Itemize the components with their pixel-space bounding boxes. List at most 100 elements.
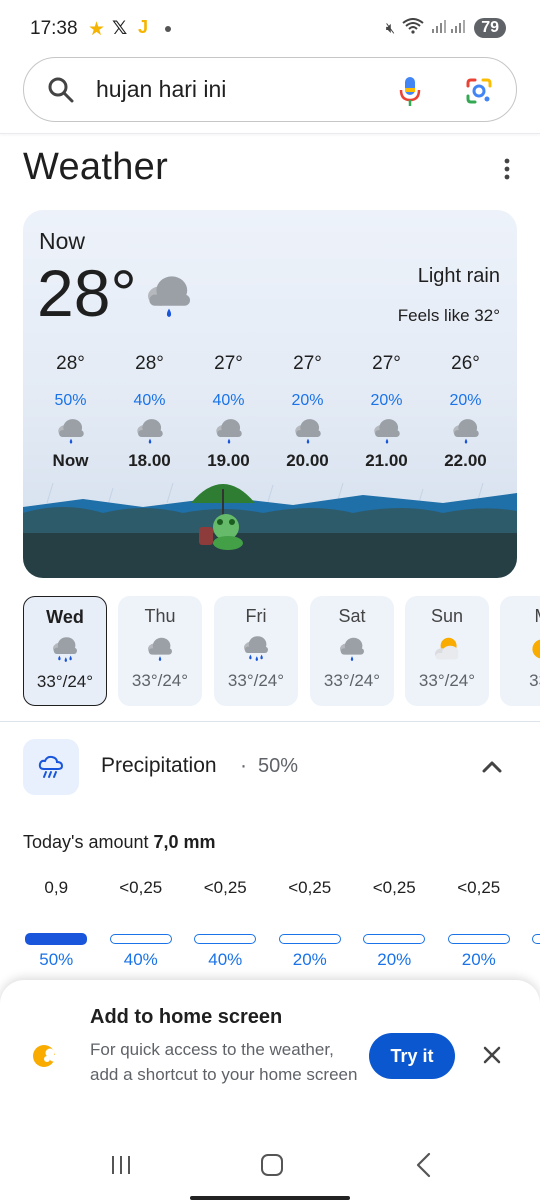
precip-column: <0,25 20% — [268, 878, 353, 978]
heavy-rain-icon — [240, 633, 272, 665]
hour-temperature: 26° — [451, 353, 480, 374]
hour-temperature: 27° — [372, 353, 401, 374]
search-input[interactable]: hujan hari ini — [96, 76, 226, 103]
sheet-title: Add to home screen — [90, 1006, 283, 1028]
close-icon[interactable] — [482, 1045, 502, 1065]
search-bar[interactable]: hujan hari ini — [23, 57, 517, 122]
amount-label: Today's amount — [23, 832, 149, 852]
precip-column: <0,25 20% — [437, 878, 522, 978]
hour-time: 19.00 — [207, 451, 250, 470]
precip-column: 0,9 50% — [14, 878, 99, 978]
precip-amount: 0,9 — [44, 878, 69, 897]
precip-chance: 20% — [292, 950, 327, 969]
precip-bar — [532, 934, 540, 944]
more-options-icon[interactable] — [500, 156, 514, 182]
hour-time: 22.00 — [444, 451, 487, 470]
search-icon[interactable] — [48, 77, 74, 103]
day-temp-range: 33°/24° — [227, 671, 285, 690]
more-notifications-dot-icon — [165, 26, 171, 32]
light-rain-icon — [291, 414, 325, 448]
hour-time: 21.00 — [365, 451, 408, 470]
back-icon[interactable] — [414, 1152, 432, 1178]
separator-dot: · — [240, 754, 247, 777]
hour-temperature: 28° — [56, 353, 85, 374]
sunny-icon — [526, 633, 540, 665]
now-label: Now — [39, 228, 86, 254]
day-card-wed[interactable]: Wed 33°/24° — [23, 596, 107, 706]
light-rain-icon — [212, 414, 246, 448]
wifi-icon — [402, 18, 424, 38]
precip-chance: 40% — [123, 950, 158, 969]
light-rain-icon — [54, 414, 88, 448]
precip-amount: <0,25 — [288, 878, 332, 897]
microphone-icon[interactable] — [398, 75, 422, 107]
precip-bar — [109, 934, 172, 944]
hourly-item: 28° 50% Now — [31, 350, 110, 471]
hourly-item: 27° 20% 20.00 — [268, 350, 347, 471]
condition-text: Light rain — [417, 265, 500, 287]
google-lens-icon[interactable] — [464, 76, 494, 106]
hour-temperature: 27° — [293, 353, 322, 374]
light-rain-icon — [133, 414, 167, 448]
day-name: M — [500, 606, 540, 627]
precip-chance: 50% — [39, 950, 74, 969]
j-app-notification-icon: J — [138, 17, 149, 37]
home-icon[interactable] — [260, 1153, 284, 1177]
precipitation-hourly: 0,9 50% <0,25 40% <0,25 40% <0,25 20% <0… — [14, 878, 540, 978]
hourly-forecast: 28° 50% Now 28° 40% 18.00 27° 40% 19.00 … — [31, 350, 509, 471]
sheet-description: For quick access to the weather, add a s… — [90, 1040, 358, 1084]
x-app-notification-icon: 𝕏 — [112, 18, 128, 39]
hour-precip-chance: 40% — [212, 392, 245, 409]
precip-bar — [25, 933, 87, 945]
precip-chance: 20% — [377, 950, 412, 969]
daily-forecast-strip[interactable]: Wed 33°/24° Thu 33°/24° Fri 33°/24° Sat … — [23, 596, 540, 708]
light-rain-icon — [141, 268, 197, 324]
precip-bar — [278, 934, 341, 944]
precip-column: <0,25 20% — [352, 878, 437, 978]
recent-apps-icon[interactable] — [110, 1155, 132, 1175]
precip-column: <0,25 40% — [183, 878, 268, 978]
day-card-sun[interactable]: Sun 33°/24° — [405, 596, 489, 706]
hourly-item: 28° 40% 18.00 — [110, 350, 189, 471]
hour-precip-chance: 20% — [370, 392, 403, 409]
precip-amount: <0,25 — [457, 878, 501, 897]
hourly-item: 27° 20% 21.00 — [347, 350, 426, 471]
day-card-sat[interactable]: Sat 33°/24° — [310, 596, 394, 706]
page-title: Weather — [23, 146, 169, 188]
hour-time: Now — [52, 451, 89, 470]
precip-amount: <0,25 — [372, 878, 416, 897]
precipitation-tile[interactable] — [23, 739, 79, 795]
day-card-fri[interactable]: Fri 33°/24° — [214, 596, 298, 706]
light-rain-icon — [370, 414, 404, 448]
day-name: Sun — [430, 606, 464, 626]
day-temp-range: 33°/24° — [323, 671, 381, 690]
precip-bar — [363, 934, 425, 944]
star-notification-icon: ★ — [88, 19, 106, 40]
hour-precip-chance: 50% — [54, 392, 87, 409]
day-temp-range: 33° — [529, 671, 540, 690]
precip-column-partial — [521, 878, 540, 978]
day-name: Thu — [144, 606, 176, 626]
precip-column: <0,25 40% — [99, 878, 184, 978]
day-temp-range: 33°/24° — [418, 671, 476, 690]
day-temp-range: 33°/24° — [131, 671, 189, 690]
weather-shortcut-icon — [33, 1045, 57, 1067]
amount-value: 7,0 mm — [153, 832, 216, 852]
day-card-thu[interactable]: Thu 33°/24° — [118, 596, 202, 706]
signal-icon — [431, 18, 467, 38]
light-rain-icon — [336, 633, 368, 665]
hourly-item: 26° 20% 22.00 — [426, 350, 505, 471]
chevron-up-icon[interactable] — [481, 758, 503, 774]
rain-cloud-icon — [38, 755, 64, 778]
precipitation-title[interactable]: Precipitation — [101, 754, 217, 778]
precip-amount: <0,25 — [119, 878, 163, 897]
mute-icon: 🔇︎ — [385, 19, 396, 37]
day-name: Fri — [245, 606, 267, 626]
feels-like-text: Feels like 32° — [397, 306, 500, 325]
hourly-item: 27° 40% 19.00 — [189, 350, 268, 471]
precip-bar — [447, 934, 510, 944]
light-rain-icon — [144, 633, 176, 665]
day-card-mon[interactable]: M 33° — [500, 596, 540, 706]
precip-chance: 40% — [208, 950, 243, 969]
try-it-button[interactable]: Try it — [369, 1033, 455, 1079]
